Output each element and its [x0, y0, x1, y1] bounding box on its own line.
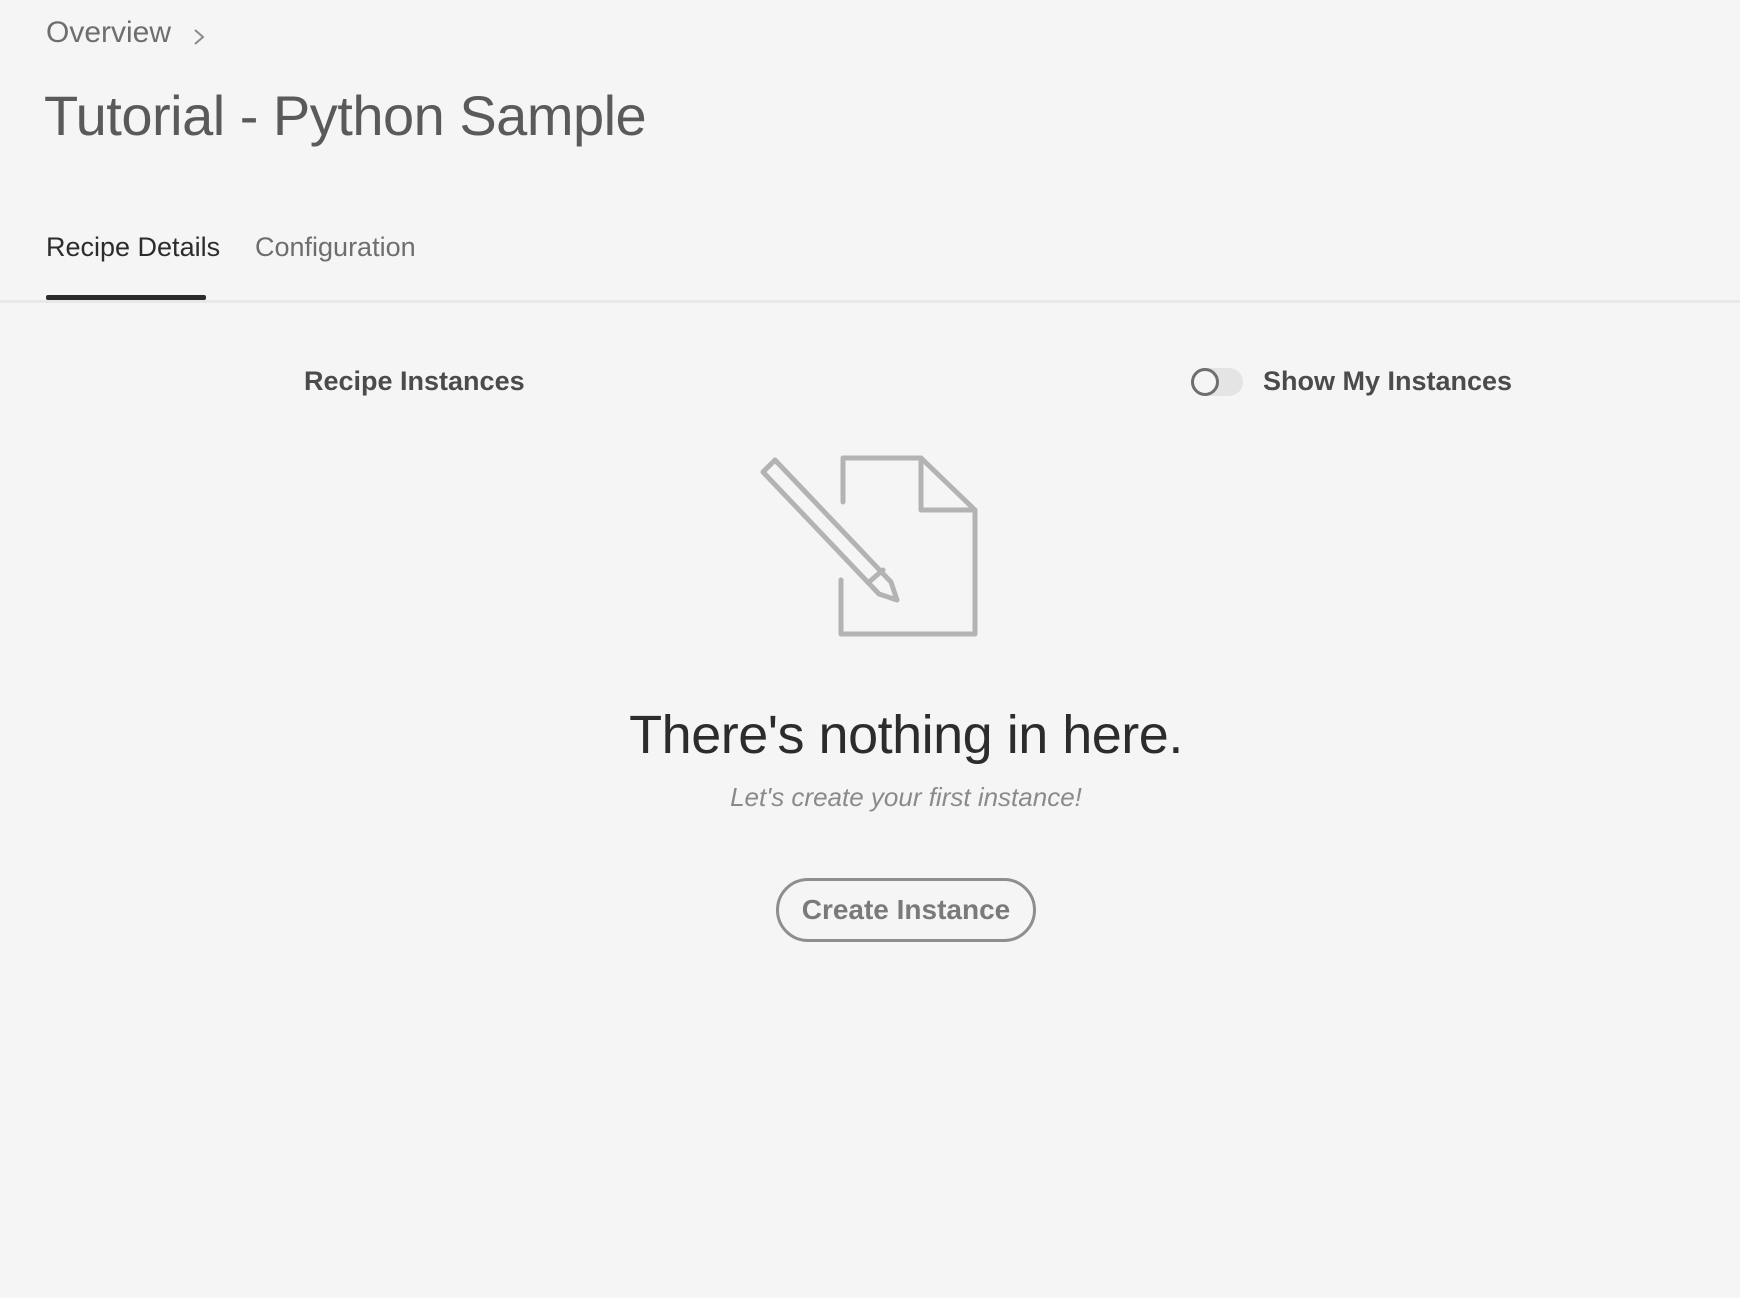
- toggle-label: Show My Instances: [1263, 366, 1513, 396]
- document-edit-icon: [755, 452, 985, 642]
- empty-state-title: There's nothing in here.: [629, 705, 1183, 765]
- tab-bar: Recipe Details Configuration: [0, 228, 1740, 303]
- chevron-right-icon: [191, 22, 207, 45]
- breadcrumb: Overview: [46, 16, 207, 50]
- recipe-instances-heading: Recipe Instances: [304, 366, 525, 396]
- breadcrumb-overview-link[interactable]: Overview: [46, 16, 171, 50]
- empty-state-subtitle: Let's create your first instance!: [730, 782, 1082, 812]
- toggle-knob: [1191, 367, 1219, 396]
- toggle-switch[interactable]: [1191, 367, 1243, 396]
- create-instance-button[interactable]: Create Instance: [776, 878, 1036, 942]
- active-tab-indicator: [46, 295, 206, 300]
- tab-configuration[interactable]: Configuration: [255, 232, 416, 263]
- tab-recipe-details[interactable]: Recipe Details: [46, 232, 220, 263]
- page-title: Tutorial - Python Sample: [44, 84, 647, 147]
- show-my-instances-toggle[interactable]: Show My Instances: [1191, 366, 1512, 397]
